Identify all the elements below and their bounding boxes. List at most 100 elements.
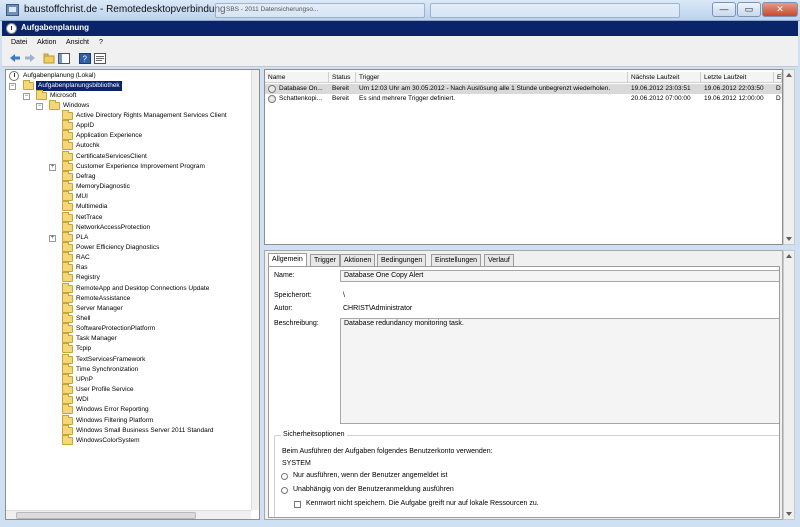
folder-icon [62,120,73,131]
tree-item-label: AppID [76,122,95,130]
remote-desktop-icon [6,4,19,16]
cell-e: D [776,85,781,92]
console-tree: Aufgabenplanung (Lokal) − Aufgabenplanun… [5,69,260,520]
tab-allgemein[interactable]: Allgemein [268,253,307,266]
taskbar-thumbnail-2[interactable] [430,3,680,18]
radio-run-whether-logged-on-label: Unabhängig von der Benutzeranmeldung aus… [293,486,454,493]
tree-item-label: Tcpip [76,345,92,353]
scroll-up-icon[interactable] [786,254,792,258]
folder-icon [62,140,73,151]
table-row[interactable]: Schattenkopi... Bereit Es sind mehrere Tri… [265,94,782,104]
tree-item-label: Active Directory Rights Management Servi… [76,112,227,119]
description-field[interactable]: Database redundancy monitoring task. [340,318,779,424]
folder-icon [62,394,73,405]
folder-clock-icon [23,80,34,90]
folder-icon [62,363,73,374]
menu-aktion[interactable]: Aktion [37,39,56,46]
menu-ansicht[interactable]: Ansicht [66,39,89,46]
scroll-down-icon[interactable] [786,237,792,241]
task-list-header: Name Status Trigger Nächste Laufzeit Let… [265,72,782,83]
radio-run-whether-logged-on[interactable] [281,487,288,494]
folder-icon [62,282,73,293]
toolbar: ? [2,50,798,67]
account-text: Beim Ausführen der Aufgaben folgendes Be… [282,448,493,455]
description-label: Beschreibung: [274,320,319,327]
rdp-title-bar: baustoffchrist.de - Remotedesktopverbind… [0,0,800,21]
tree-horizontal-scrollbar[interactable] [6,510,251,519]
tab-einstellungen[interactable]: Einstellungen [431,254,482,266]
tree-item-label: PLA [76,233,89,241]
cell-next: 20.06.2012 07:00:00 [631,95,691,102]
back-arrow-icon[interactable] [8,52,21,64]
collapse-icon[interactable]: − [9,83,16,90]
collapse-icon[interactable]: − [23,93,30,100]
tab-aktionen[interactable]: Aktionen [340,254,376,266]
help-icon[interactable]: ? [78,52,91,64]
scroll-thumb[interactable] [16,512,196,519]
collapse-icon[interactable]: − [36,103,43,110]
column-header-trigger[interactable]: Trigger [356,72,628,83]
tab-trigger[interactable]: Trigger [310,254,340,266]
cell-last: 19.06.2012 22:03:50 [704,85,764,92]
menu-datei[interactable]: Datei [11,39,27,46]
folder-icon [62,252,73,263]
menu-help[interactable]: ? [99,39,103,46]
tree-item-label: Power Efficiency Diagnostics [76,243,160,251]
tree-item-label: Shell [76,315,91,322]
cell-e: D [776,95,781,102]
cell-next: 19.06.2012 23:03:51 [631,85,691,92]
tree-item-label: RemoteAssistance [76,294,131,302]
table-row[interactable]: Database On... Bereit Um 12:03 Uhr am 30.0… [265,84,782,94]
taskbar-thumbnails: SBS - 2011 Datensicherungso... [215,3,685,18]
tree-item-label: Aufgabenplanungsbibliothek [36,81,122,91]
details-scrollbar[interactable] [783,250,795,520]
folder-icon [62,353,73,364]
folder-icon [62,343,73,354]
column-header-next-run[interactable]: Nächste Laufzeit [628,72,701,83]
forward-arrow-icon[interactable] [23,52,36,64]
folder-icon [49,100,60,110]
account-value: SYSTEM [282,460,311,467]
expand-icon[interactable]: + [49,234,56,242]
column-header-last-run[interactable]: Letzte Laufzeit [701,72,774,83]
folder-icon [36,90,47,100]
column-header-name[interactable]: Name [265,72,329,83]
tree-item-label: Multimedia [76,203,108,211]
folder-icon [62,404,73,415]
scroll-down-icon[interactable] [786,512,792,516]
tree-item-label: NetTrace [76,213,103,221]
show-hide-console-tree-icon[interactable] [57,52,70,64]
tree-item-label: WindowsColorSystem [76,436,140,444]
expand-icon[interactable]: + [49,163,56,171]
close-button[interactable]: ✕ [762,2,798,17]
tab-bedingungen[interactable]: Bedingungen [377,254,427,266]
task-list-scrollbar[interactable] [783,69,795,245]
up-folder-icon[interactable] [42,52,55,64]
folder-icon [62,191,73,202]
taskbar-thumbnail[interactable]: SBS - 2011 Datensicherungso... [215,3,425,18]
tree-item-label: MUI [76,193,88,201]
tree-item-label: WDI [76,396,89,404]
tree-item-label: Autochk [76,142,100,150]
tree-item-label: Defrag [76,172,96,180]
radio-run-when-logged-on[interactable] [281,473,288,480]
folder-icon [62,424,73,435]
scroll-up-icon[interactable] [786,73,792,77]
folder-icon [62,323,73,334]
mmc-title-bar: Aufgabenplanung [2,21,798,36]
properties-icon[interactable] [93,52,106,64]
tab-allgemein-panel: Name: Database One Copy Alert Speicheror… [268,266,780,518]
column-header-e[interactable]: E [774,72,782,83]
tree-item-label: CertificateServicesClient [76,152,147,160]
column-header-status[interactable]: Status [329,72,356,83]
name-field[interactable]: Database One Copy Alert [340,270,779,282]
restore-button[interactable]: ▭ [737,2,761,17]
folder-icon [62,211,73,222]
minimize-button[interactable]: — [712,2,736,17]
folder-icon [62,333,73,344]
checkbox-do-not-store-password[interactable] [294,501,301,508]
tree-vertical-scrollbar[interactable] [251,70,259,510]
radio-run-when-logged-on-label: Nur ausführen, wenn der Benutzer angemel… [293,472,448,479]
tree-item-label: RemoteApp and Desktop Connections Update [76,284,210,292]
tab-verlauf[interactable]: Verlauf [484,254,514,266]
